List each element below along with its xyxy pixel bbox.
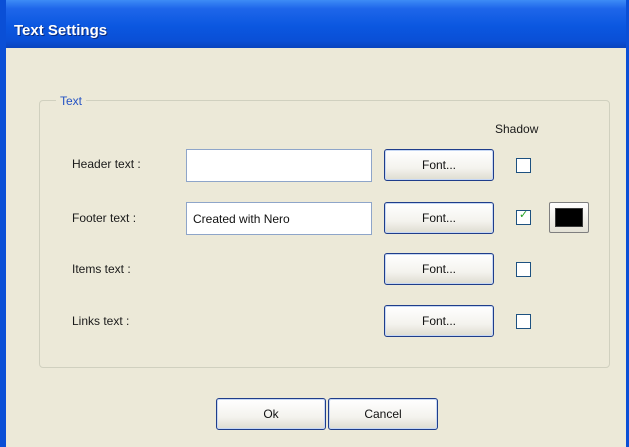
- footer-text-label: Footer text :: [72, 211, 137, 225]
- ok-button[interactable]: Ok: [216, 398, 326, 430]
- header-text-label: Header text :: [72, 157, 141, 171]
- cancel-button[interactable]: Cancel: [328, 398, 438, 430]
- items-font-button[interactable]: Font...: [384, 253, 494, 285]
- items-shadow-checkbox[interactable]: [516, 262, 531, 277]
- text-settings-dialog: Text Settings Text Shadow Header text : …: [0, 0, 629, 447]
- footer-text-input[interactable]: Created with Nero: [186, 202, 372, 235]
- links-font-button[interactable]: Font...: [384, 305, 494, 337]
- groupbox-legend: Text: [56, 94, 87, 108]
- dialog-title: Text Settings: [14, 22, 108, 39]
- items-text-label: Items text :: [72, 262, 131, 276]
- header-text-input[interactable]: [186, 149, 372, 182]
- links-shadow-checkbox[interactable]: [516, 314, 531, 329]
- footer-shadow-checkbox[interactable]: ✓: [516, 209, 531, 225]
- shadow-color-swatch: [555, 208, 583, 227]
- header-shadow-checkbox[interactable]: [516, 158, 531, 173]
- shadow-column-header: Shadow: [495, 122, 539, 136]
- checkmark-icon: ✓: [519, 209, 529, 221]
- header-font-button[interactable]: Font...: [384, 149, 494, 181]
- links-text-label: Links text :: [72, 314, 130, 328]
- footer-shadow-color-button[interactable]: [549, 202, 589, 233]
- footer-font-button[interactable]: Font...: [384, 202, 494, 234]
- title-bar[interactable]: Text Settings: [6, 0, 626, 48]
